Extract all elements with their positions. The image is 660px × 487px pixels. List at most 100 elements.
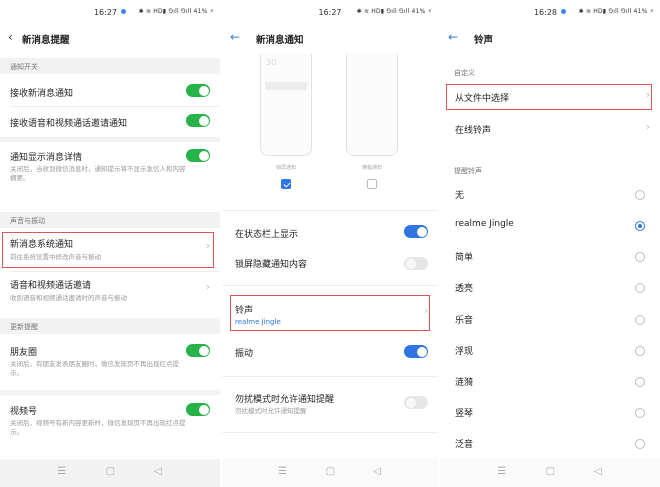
banner-preview[interactable]: [346, 54, 398, 156]
nav-bar: ☰ ▢ ◁: [222, 459, 438, 487]
moments-toggle[interactable]: [186, 344, 210, 357]
section-update: 更新提醒: [0, 318, 220, 334]
receive-new-toggle[interactable]: [186, 84, 210, 97]
status-time: 16:27: [318, 8, 342, 17]
radio-button[interactable]: [635, 377, 645, 387]
dnd-toggle[interactable]: [404, 396, 428, 409]
lockscreen-hide-label: 锁屏隐藏通知内容: [235, 260, 308, 270]
wechat-new-message-settings: 16:27 ✱ ≋ HD▮ ⅁ıll ⅁ıll 41% ⚡ ‹ 新消息提醒 通知…: [0, 0, 220, 487]
home-icon[interactable]: ▢: [106, 466, 115, 477]
radio-button[interactable]: [635, 252, 645, 262]
radio-button-selected[interactable]: [635, 221, 645, 231]
ringtone-option-label: 透亮: [455, 284, 474, 294]
chevron-right-icon: ›: [646, 122, 650, 133]
chevron-right-icon: ›: [206, 282, 210, 293]
radio-button[interactable]: [635, 190, 645, 200]
moments-label: 朋友圈: [10, 348, 38, 358]
lockscreen-preview-label: 锁屏通知: [275, 165, 296, 171]
ringtone-picker: 16:28 ✱ ≋ HD▮ ⅁ıll ⅁ıll 41% ⚡ ← 铃声 自定义 从…: [440, 0, 660, 487]
nav-bar: ☰ ▢ ◁: [0, 459, 220, 487]
divider-line: [222, 376, 438, 377]
channels-row[interactable]: 视频号 关闭后，视频号有新内容更新时，微信发现页不再出现红点提示。: [0, 396, 220, 448]
home-icon[interactable]: ▢: [546, 466, 555, 477]
notification-dot-icon: [121, 9, 127, 14]
vibrate-row[interactable]: 振动: [222, 340, 438, 366]
lockscreen-preview[interactable]: 30: [260, 54, 312, 156]
ringtone-option-label: 简单: [455, 253, 474, 263]
receive-calls-row[interactable]: 接收语音和视频通话邀请通知: [0, 108, 220, 136]
status-indicators: ✱ ≋ HD▮ ⅁ıll ⅁ıll 41% ⚡: [578, 8, 654, 15]
channels-toggle[interactable]: [186, 403, 210, 416]
section-custom: 自定义: [440, 64, 660, 80]
dnd-row[interactable]: 勿扰模式时允许通知提醒 勿扰模式时允许通知提醒: [222, 386, 438, 422]
section-ringtones: 提醒铃声: [440, 162, 660, 178]
notification-dot-icon: [561, 9, 567, 14]
show-details-toggle[interactable]: [186, 149, 210, 162]
receive-new-message-row[interactable]: 接收新消息通知: [0, 78, 220, 106]
menu-icon[interactable]: ☰: [278, 466, 287, 477]
page-header: ‹ 新消息提醒: [0, 28, 220, 50]
lockscreen-checkbox[interactable]: [281, 179, 291, 189]
section-notify-switch: 通知开关: [0, 58, 220, 74]
show-details-row[interactable]: 通知显示消息详情 关闭后，当收到微信消息时，通知提示将不显示发信人和内容摘要。: [0, 143, 220, 201]
ringtone-option-label: 无: [455, 191, 465, 201]
moments-row[interactable]: 朋友圈 关闭后，有朋友发表朋友圈时，微信发现页不再出现红点提示。: [0, 338, 220, 390]
radio-button[interactable]: [635, 346, 645, 356]
radio-button[interactable]: [635, 439, 645, 449]
back-arrow-icon[interactable]: ←: [448, 30, 458, 44]
radio-button[interactable]: [635, 283, 645, 293]
ringtone-option[interactable]: 涟漪: [440, 371, 660, 393]
receive-calls-toggle[interactable]: [186, 114, 210, 127]
vibrate-toggle[interactable]: [404, 345, 428, 358]
preview-bar: [265, 82, 307, 90]
ringtone-option[interactable]: 简单: [440, 246, 660, 268]
divider-line: [222, 210, 438, 211]
divider-line: [10, 106, 220, 107]
page-title: 新消息通知: [256, 35, 304, 46]
call-invite-label: 语音和视频通话邀请: [10, 281, 92, 291]
menu-icon[interactable]: ☰: [497, 466, 506, 477]
ringtone-option[interactable]: 乐音: [440, 309, 660, 331]
receive-new-label: 接收新消息通知: [10, 89, 74, 99]
back-triangle-icon[interactable]: ◁: [373, 466, 381, 477]
ringtone-option[interactable]: 浮现: [440, 340, 660, 362]
moments-desc: 关闭后，有朋友发表朋友圈时，微信发现页不再出现红点提示。: [10, 360, 179, 377]
nav-bar: ☰ ▢ ◁: [440, 459, 660, 487]
back-triangle-icon[interactable]: ◁: [594, 466, 602, 477]
system-new-message-notification: 16:27 ✱ ≋ HD▮ ⅁ıll ⅁ıll 41% ⚡ ← 新消息通知 30…: [222, 0, 438, 487]
online-ringtone-row[interactable]: 在线铃声 ›: [440, 117, 660, 141]
back-triangle-icon[interactable]: ◁: [154, 466, 162, 477]
lockscreen-hide-toggle[interactable]: [404, 257, 428, 270]
show-details-desc: 关闭后，当收到微信消息时，通知提示将不显示发信人和内容摘要。: [10, 165, 186, 182]
ringtone-option-label: 涟漪: [455, 378, 474, 388]
ringtone-option[interactable]: realme Jingle: [440, 215, 660, 237]
back-arrow-icon[interactable]: ‹: [8, 30, 13, 44]
ringtone-option[interactable]: 竖琴: [440, 402, 660, 424]
status-time: 16:27: [93, 8, 118, 17]
ringtone-option-label: 泛音: [455, 440, 474, 450]
ringtone-option[interactable]: 泛音: [440, 433, 660, 455]
statusbar-show-row[interactable]: 在状态栏上显示: [222, 220, 438, 246]
statusbar-show-label: 在状态栏上显示: [235, 230, 299, 240]
back-arrow-icon[interactable]: ←: [230, 30, 240, 44]
statusbar-show-toggle[interactable]: [404, 225, 428, 238]
radio-button[interactable]: [635, 315, 645, 325]
banner-checkbox[interactable]: [367, 179, 377, 189]
page-header: ← 新消息通知: [222, 28, 438, 50]
highlight-box: [230, 295, 430, 331]
menu-icon[interactable]: ☰: [57, 466, 66, 477]
home-icon[interactable]: ▢: [326, 466, 335, 477]
ringtone-option-label: realme Jingle: [455, 219, 514, 229]
ringtone-option[interactable]: 无: [440, 184, 660, 206]
section-sound-vibrate: 声音与振动: [0, 212, 220, 228]
preview-time: 30: [266, 58, 277, 67]
status-bar: 16:27 ✱ ≋ HD▮ ⅁ıll ⅁ıll 41% ⚡: [222, 8, 438, 22]
lockscreen-hide-row[interactable]: 锁屏隐藏通知内容: [222, 250, 438, 276]
radio-button[interactable]: [635, 408, 645, 418]
status-time: 16:28: [533, 8, 558, 17]
dnd-desc: 勿扰模式时允许通知提醒: [235, 407, 307, 415]
page-title: 新消息提醒: [22, 35, 70, 46]
ringtone-option[interactable]: 透亮: [440, 277, 660, 299]
call-invite-row[interactable]: 语音和视频通话邀请 收到语音和视频通话邀请时的声音与振动 ›: [0, 273, 220, 309]
channels-desc: 关闭后，视频号有新内容更新时，微信发现页不再出现红点提示。: [10, 419, 186, 436]
